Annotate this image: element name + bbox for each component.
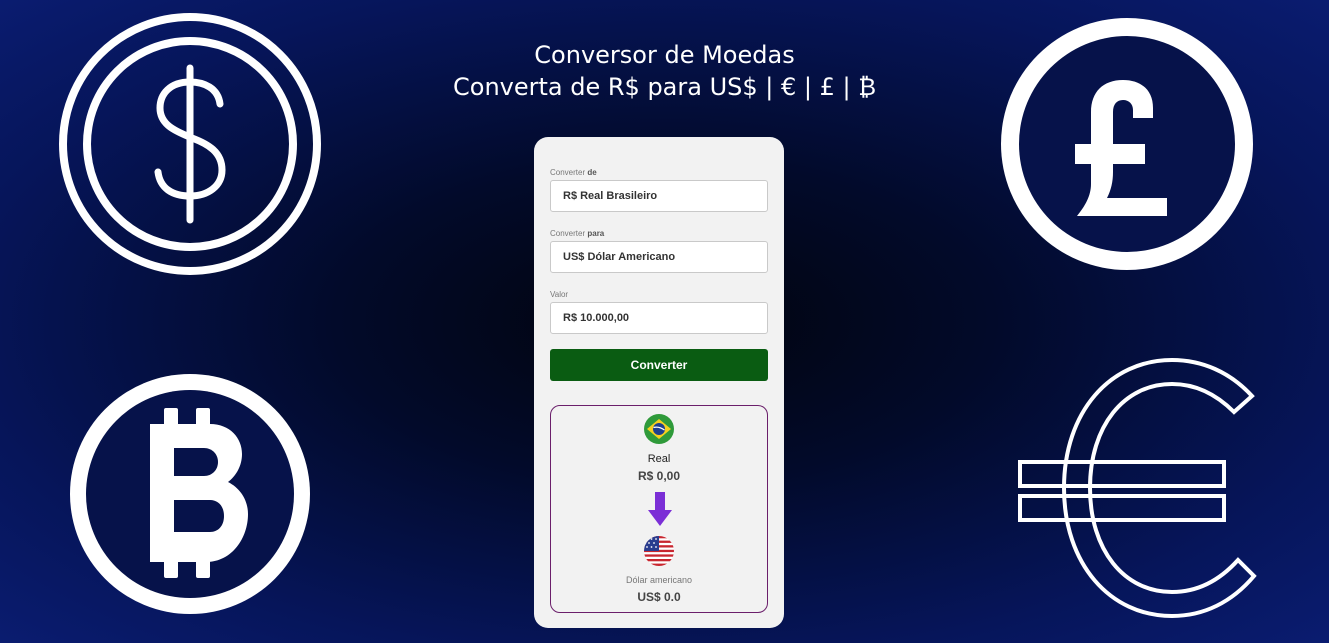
from-currency-label: Converter de: [550, 168, 597, 177]
page-title: Conversor de Moedas: [534, 41, 795, 69]
target-currency-name: Dólar americano: [625, 575, 693, 585]
to-currency-label: Converter para: [550, 229, 605, 238]
page-subtitle: Converta de R$ para US$ | € | £ | ₿: [453, 73, 876, 101]
source-currency-name: Real: [647, 453, 671, 465]
from-currency-select[interactable]: R$ Real Brasileiro: [550, 180, 768, 212]
arrow-down-icon: [647, 492, 673, 533]
euro-icon: [1012, 356, 1272, 620]
to-currency-select[interactable]: US$ Dólar Americano: [550, 241, 768, 273]
usa-flag-icon: [644, 536, 674, 566]
convert-button[interactable]: Converter: [550, 349, 768, 381]
amount-label: Valor: [550, 290, 569, 299]
converter-card: Converter de R$ Real Brasileiro Converte…: [534, 137, 784, 628]
from-currency-field: Converter de R$ Real Brasileiro: [550, 167, 768, 212]
source-value: R$ 0,00: [637, 469, 681, 483]
target-value: US$ 0.0: [637, 590, 681, 604]
conversion-result: Real R$ 0,00 Dólar americano US$ 0.0: [550, 405, 768, 613]
page-header: Conversor de Moedas Converta de R$ para …: [0, 40, 1329, 104]
brazil-flag-icon: [644, 414, 674, 444]
to-currency-field: Converter para US$ Dólar Americano: [550, 228, 768, 273]
amount-field: Valor R$ 10.000,00: [550, 289, 768, 334]
amount-input[interactable]: R$ 10.000,00: [550, 302, 768, 334]
bitcoin-coin-icon: [58, 356, 322, 620]
